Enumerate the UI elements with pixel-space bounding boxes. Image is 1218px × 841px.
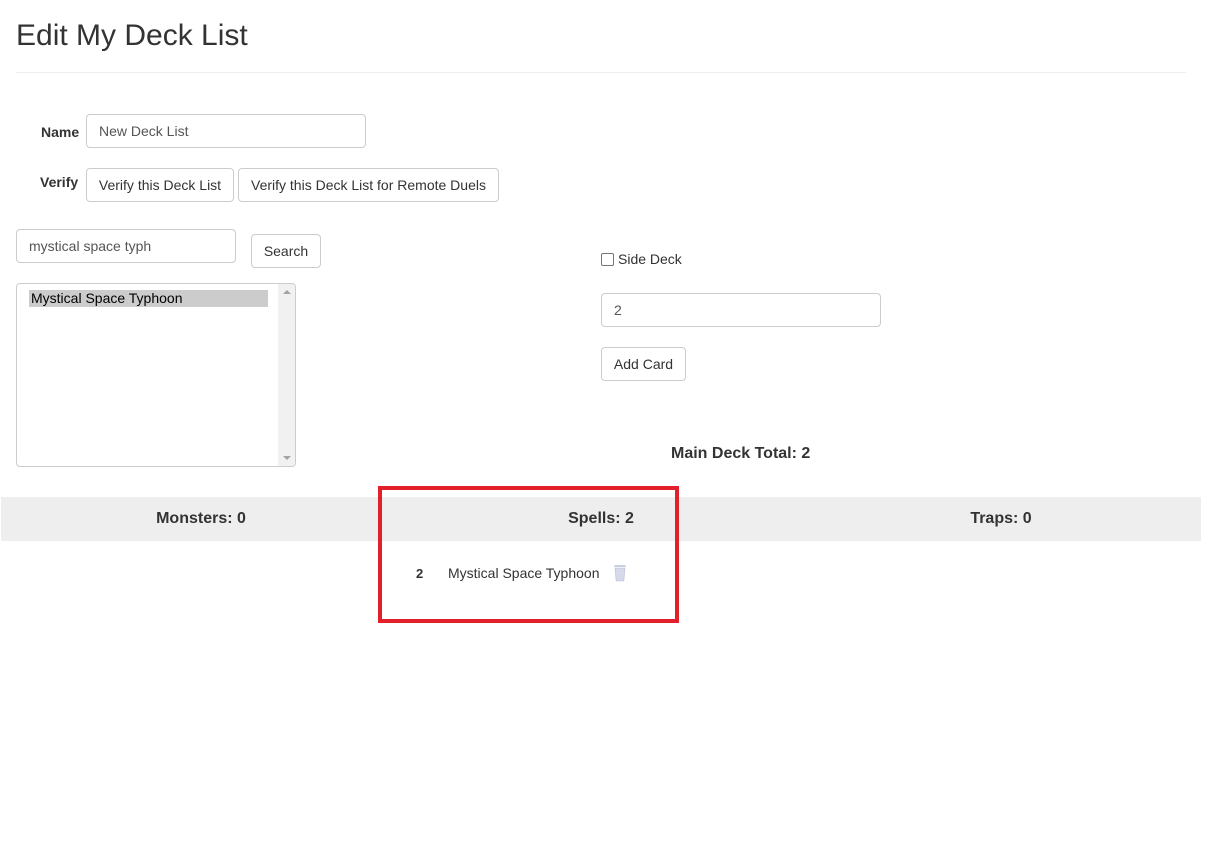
listbox-scrollbar[interactable]: [278, 284, 295, 466]
search-result-option[interactable]: Mystical Space Typhoon: [29, 290, 268, 307]
scroll-up-arrow-icon[interactable]: [283, 290, 291, 294]
name-label: Name: [41, 124, 80, 140]
side-deck-label: Side Deck: [618, 251, 682, 267]
highlight-annotation: [378, 486, 679, 623]
verify-deck-button[interactable]: Verify this Deck List: [86, 168, 234, 202]
title-divider: [16, 72, 1186, 73]
verify-label: Verify: [40, 174, 79, 190]
page-title: Edit My Deck List: [16, 19, 248, 52]
search-results-listbox[interactable]: Mystical Space Typhoon: [16, 283, 296, 467]
card-quantity-input[interactable]: 2: [601, 293, 881, 327]
deck-editor-page: Edit My Deck List Name New Deck List Ver…: [0, 0, 1218, 841]
deck-name-input[interactable]: New Deck List: [86, 114, 366, 148]
traps-heading: Traps: 0: [970, 510, 1032, 527]
side-deck-checkbox[interactable]: [601, 252, 614, 266]
scroll-down-arrow-icon[interactable]: [283, 456, 291, 460]
add-card-button[interactable]: Add Card: [601, 347, 686, 381]
search-button[interactable]: Search: [251, 234, 321, 268]
side-deck-toggle[interactable]: Side Deck: [601, 251, 682, 267]
card-search-input[interactable]: mystical space typh: [16, 229, 236, 263]
main-deck-total: Main Deck Total: 2: [671, 445, 811, 462]
verify-remote-duels-button[interactable]: Verify this Deck List for Remote Duels: [238, 168, 499, 202]
monsters-heading: Monsters: 0: [156, 510, 246, 527]
